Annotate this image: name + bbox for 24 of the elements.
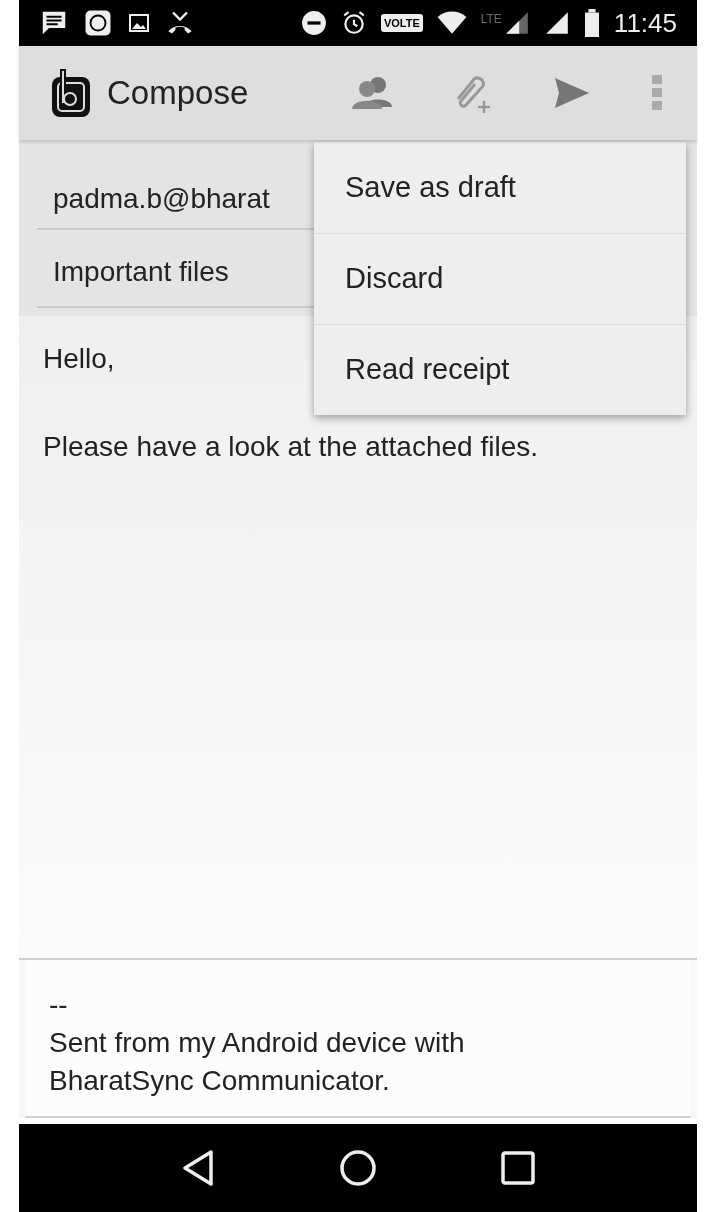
wifi-icon (436, 11, 467, 35)
menu-item[interactable]: Read receipt (314, 324, 686, 415)
app-icon (83, 8, 113, 38)
clock-time: 11:45 (613, 6, 677, 40)
menu-item[interactable]: Save as draft (314, 142, 686, 233)
network-label: LTE (480, 11, 502, 28)
app-logo-icon (49, 67, 93, 119)
body-text: Hello, (43, 342, 115, 376)
volte-badge: VOLTE (380, 14, 423, 32)
signal-icon (503, 10, 530, 36)
recent-apps-icon[interactable] (501, 1151, 535, 1185)
signature-text: Sent from my Android device with (49, 1026, 466, 1060)
back-icon[interactable] (181, 1149, 215, 1187)
battery-icon (583, 9, 600, 37)
signature-text: -- (49, 988, 69, 1022)
image-icon (127, 11, 151, 35)
do-not-disturb-icon (300, 10, 327, 36)
app-title: Compose (107, 73, 249, 114)
menu-item[interactable]: Discard (314, 233, 686, 324)
home-icon[interactable] (339, 1149, 377, 1187)
signal-icon (543, 10, 570, 36)
signature-field[interactable]: -- Sent from my Android device with BharatSync Communicator. (25, 960, 691, 1118)
body-text: Please have a look at the attached files. (43, 430, 538, 464)
signature-text: BharatSync Communicator. (49, 1064, 391, 1098)
